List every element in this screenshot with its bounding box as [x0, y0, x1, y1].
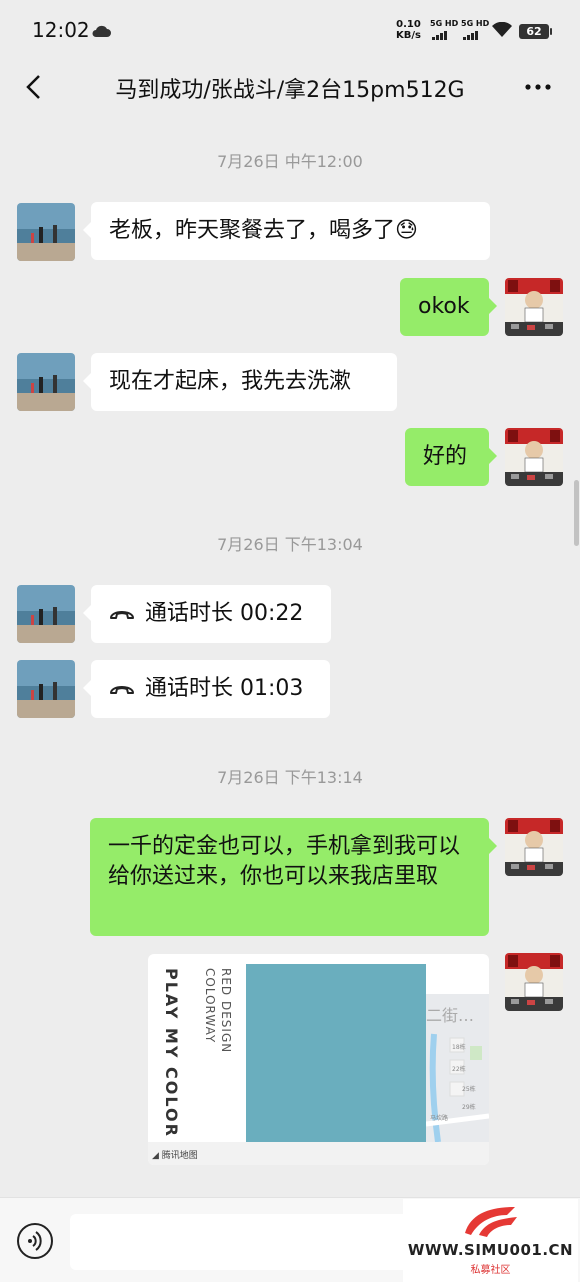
map-pin-icon: ◢	[152, 1151, 159, 1161]
phone-hangup-icon	[110, 686, 134, 694]
map-label: 18栋	[452, 1043, 466, 1051]
signal-bars-2-icon	[463, 31, 478, 40]
message-text: 老板，昨天聚餐去了，喝多了	[109, 218, 396, 243]
wifi-icon	[492, 22, 512, 37]
network-speed: 0.10 KB/s	[396, 19, 421, 41]
watermark-logo-icon	[465, 1207, 517, 1237]
map-provider-footer: ◢ 腾讯地图	[148, 1142, 489, 1165]
message-bubble-sent[interactable]: 一千的定金也可以，手机拿到我可以给你送过来，你也可以来我店里取	[90, 818, 497, 936]
call-duration: 通话时长 01:03	[145, 676, 304, 701]
watermark: WWW.SIMU001.CN 私募社区	[403, 1199, 578, 1282]
timestamp: 7月26日 下午13:14	[217, 768, 363, 787]
chat-title: 马到成功/张战斗/拿2台15pm512G	[115, 78, 465, 103]
subtitle-line-1: RED DESIGN	[219, 968, 233, 1054]
call-duration: 通话时长 00:22	[145, 601, 304, 626]
battery-indicator: 62	[519, 24, 552, 39]
map-road-label: 马坎路	[430, 1114, 448, 1122]
map-provider: 腾讯地图	[161, 1151, 198, 1161]
message-text: 现在才起床，我先去洗漱	[109, 369, 352, 394]
watermark-site: WWW.SIMU001.CN	[407, 1241, 574, 1259]
cloud-icon	[92, 25, 111, 37]
message-text: 一千的定金也可以，手机拿到我可以给你送过来，你也可以来我店里取	[108, 834, 461, 889]
subtitle-line-2: COLORWAY	[203, 968, 217, 1044]
address-text: 二街…	[426, 1006, 475, 1025]
timestamp: 7月26日 下午13:04	[217, 535, 363, 554]
contact-avatar[interactable]	[17, 203, 75, 261]
message-text: okok	[418, 294, 470, 319]
message-text: 好的	[423, 444, 468, 469]
network-type-2: 5G HD	[461, 19, 490, 28]
phone-hangup-icon	[110, 611, 134, 619]
signal-bars-1-icon	[432, 31, 447, 40]
message-bubble-received[interactable]: 老板，昨天聚餐去了，喝多了😓	[83, 202, 490, 260]
message-bubble-sent[interactable]: 好的	[405, 428, 497, 486]
map-label: 22栋	[452, 1065, 466, 1073]
voice-input-button[interactable]	[17, 1223, 53, 1259]
network-type-1: 5G HD	[430, 19, 459, 28]
contact-avatar[interactable]	[17, 353, 75, 411]
status-bar: 12:02 0.10 KB/s 5G HD 5G HD 62	[0, 0, 580, 60]
my-avatar[interactable]	[505, 953, 563, 1011]
speed-value: 0.10	[396, 19, 421, 30]
more-options-icon[interactable]	[520, 72, 556, 102]
contact-avatar[interactable]	[17, 585, 75, 643]
speed-unit: KB/s	[396, 30, 421, 41]
watermark-cn: 私募社区	[470, 1265, 511, 1276]
message-bubble-received[interactable]: 现在才起床，我先去洗漱	[83, 353, 397, 411]
call-record-bubble[interactable]: 通话时长 00:22	[83, 585, 331, 643]
chat-header: 马到成功/张战斗/拿2台15pm512G	[0, 60, 580, 118]
status-time: 12:02	[32, 18, 90, 42]
voice-wave-icon	[28, 1231, 42, 1251]
my-avatar[interactable]	[505, 818, 563, 876]
map-label: 29栋	[462, 1103, 476, 1111]
scrollbar-thumb[interactable]	[574, 480, 579, 546]
my-avatar[interactable]	[505, 278, 563, 336]
call-record-bubble[interactable]: 通话时长 01:03	[83, 660, 330, 718]
card-vertical-title: PLAY MY COLOR	[162, 968, 181, 1138]
back-arrow-icon[interactable]	[20, 72, 50, 102]
card-vertical-subtitle: RED DESIGN COLORWAY	[202, 968, 234, 1053]
map-label: 25栋	[462, 1085, 476, 1093]
message-bubble-sent[interactable]: okok	[400, 278, 497, 336]
timestamp: 7月26日 中午12:00	[217, 152, 363, 171]
contact-avatar[interactable]	[17, 660, 75, 718]
location-card[interactable]: PLAY MY COLOR RED DESIGN COLORWAY 18栋 22…	[148, 954, 489, 1165]
card-color-block	[246, 964, 426, 1142]
sweat-emoji-icon: 😓	[395, 218, 418, 243]
my-avatar[interactable]	[505, 428, 563, 486]
